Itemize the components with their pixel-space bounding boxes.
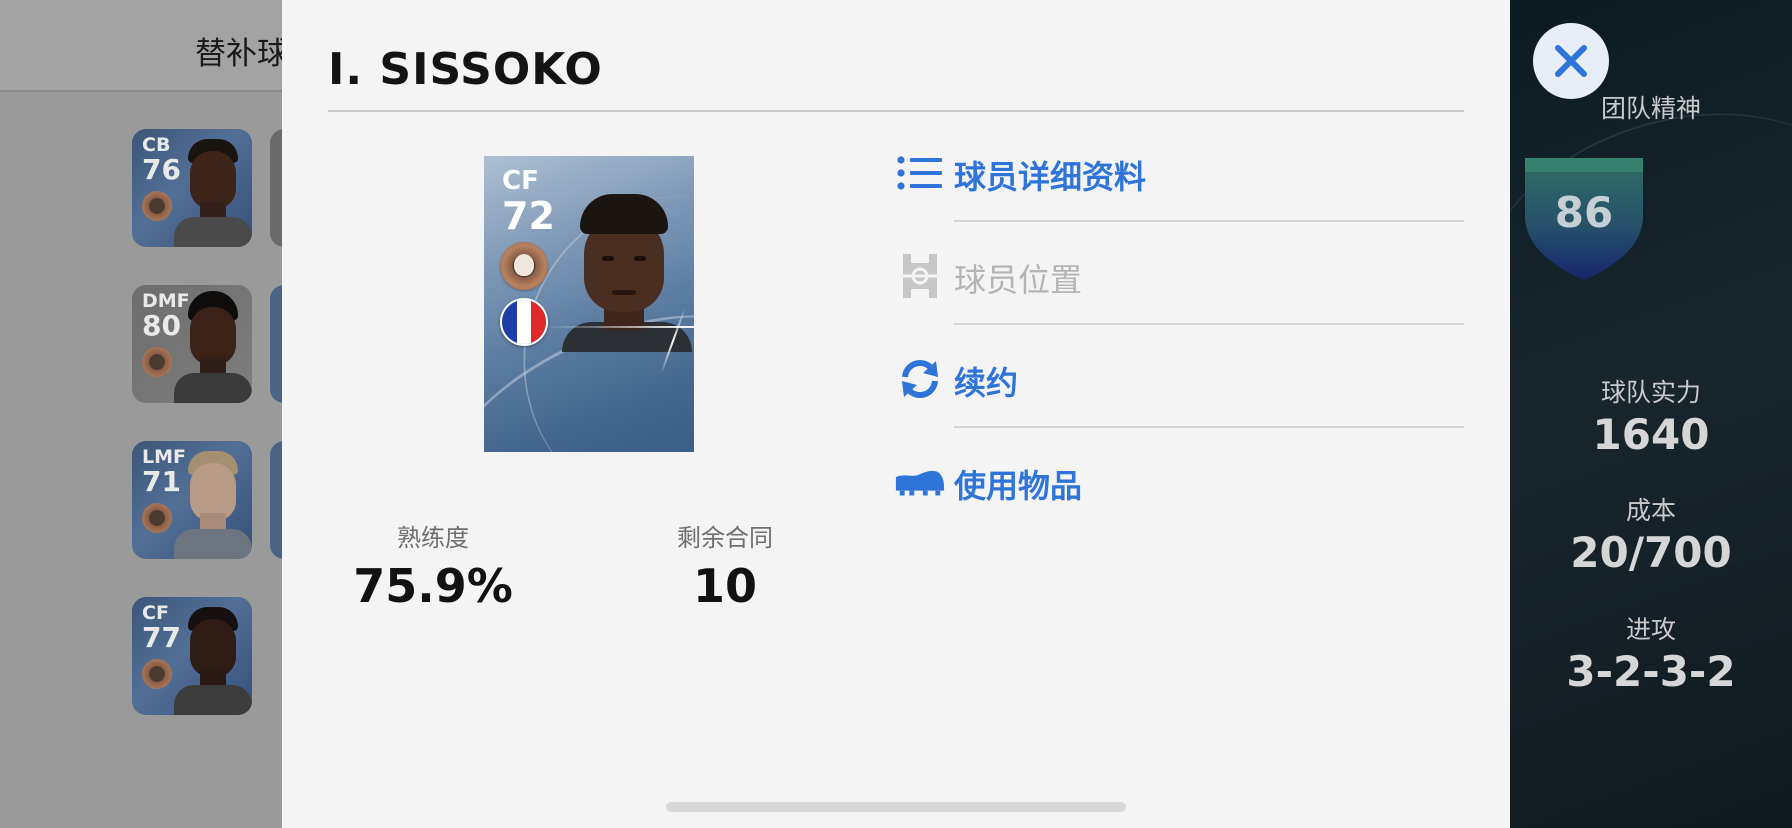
player-rating: 80: [142, 309, 181, 342]
player-rating: 76: [142, 153, 181, 186]
cost-value: 20/700: [1570, 528, 1732, 577]
menu-use-item-label: 使用物品: [954, 467, 1083, 505]
menu-player-position-label: 球员位置: [954, 261, 1083, 299]
team-strength-label: 球队实力: [1600, 378, 1701, 407]
cost-label: 成本: [1625, 496, 1676, 525]
proficiency-value: 75.9%: [353, 559, 513, 613]
team-spirit-value: 86: [1554, 188, 1614, 237]
divider: [328, 110, 1464, 112]
team-strength-value: 1640: [1592, 410, 1710, 459]
attack-formation-value: 3-2-3-2: [1566, 647, 1736, 696]
bench-title: 替补球: [195, 36, 288, 72]
remaining-contract-value: 10: [692, 559, 757, 613]
bench-header: 替补球: [0, 0, 288, 92]
player-rating: 71: [142, 465, 181, 498]
remaining-contract-stat: 剩余合同 10: [625, 518, 825, 613]
bench-player-card[interactable]: CB 76: [132, 129, 252, 247]
player-position: CB: [142, 134, 171, 156]
player-portrait: [174, 291, 252, 403]
rarity-medal-icon: [500, 242, 548, 290]
close-button[interactable]: [1533, 23, 1609, 99]
player-portrait: [174, 451, 252, 559]
proficiency-stat: 熟练度 75.9%: [333, 518, 533, 613]
player-card: CF 72: [484, 156, 694, 452]
rarity-medal-icon: [142, 347, 172, 377]
bench-player-card[interactable]: DMF 80: [132, 285, 252, 403]
card-position: CF: [502, 166, 539, 196]
rarity-medal-icon: [142, 659, 172, 689]
menu-player-position: 球员位置: [894, 225, 1464, 325]
pitch-icon: [894, 253, 946, 299]
player-portrait: [174, 139, 252, 247]
team-info-panel: 团队精神 球队实力 1640 成本 20/700 进攻 3-2-3-2: [1510, 0, 1792, 828]
divider: [954, 426, 1464, 428]
divider: [954, 323, 1464, 325]
bench-panel: 替补球 CB 76 DMF 80 LMF 71 CF 77: [0, 0, 288, 828]
scroll-indicator[interactable]: [666, 802, 1126, 812]
menu-use-item[interactable]: 使用物品: [894, 431, 1464, 531]
refresh-icon: [894, 356, 946, 402]
player-action-modal: I. SISSOKO CF 72 熟练度 75.9% 剩余合同 10 球员详细资…: [282, 0, 1510, 828]
player-rating: 77: [142, 621, 181, 654]
menu-player-details-label: 球员详细资料: [954, 158, 1147, 196]
player-position: CF: [142, 602, 169, 624]
player-portrait: [562, 194, 692, 352]
remaining-contract-label: 剩余合同: [677, 524, 773, 552]
france-flag-icon: [500, 298, 548, 346]
bench-player-card[interactable]: CF 77: [132, 597, 252, 715]
attack-label: 进攻: [1625, 615, 1676, 644]
card-shine: [544, 326, 694, 328]
card-rating: 72: [502, 194, 555, 238]
proficiency-label: 熟练度: [397, 524, 469, 552]
rarity-medal-icon: [142, 503, 172, 533]
player-name: I. SISSOKO: [328, 44, 603, 95]
menu-renew-contract[interactable]: 续约: [894, 328, 1464, 428]
bench-player-card[interactable]: LMF 71: [132, 441, 252, 559]
boot-icon: [894, 459, 946, 505]
rarity-medal-icon: [142, 191, 172, 221]
close-icon: [1555, 45, 1587, 77]
menu-renew-contract-label: 续约: [954, 364, 1019, 402]
list-icon: [894, 150, 946, 196]
menu-player-details[interactable]: 球员详细资料: [894, 122, 1464, 222]
divider: [954, 220, 1464, 222]
player-portrait: [174, 607, 252, 715]
